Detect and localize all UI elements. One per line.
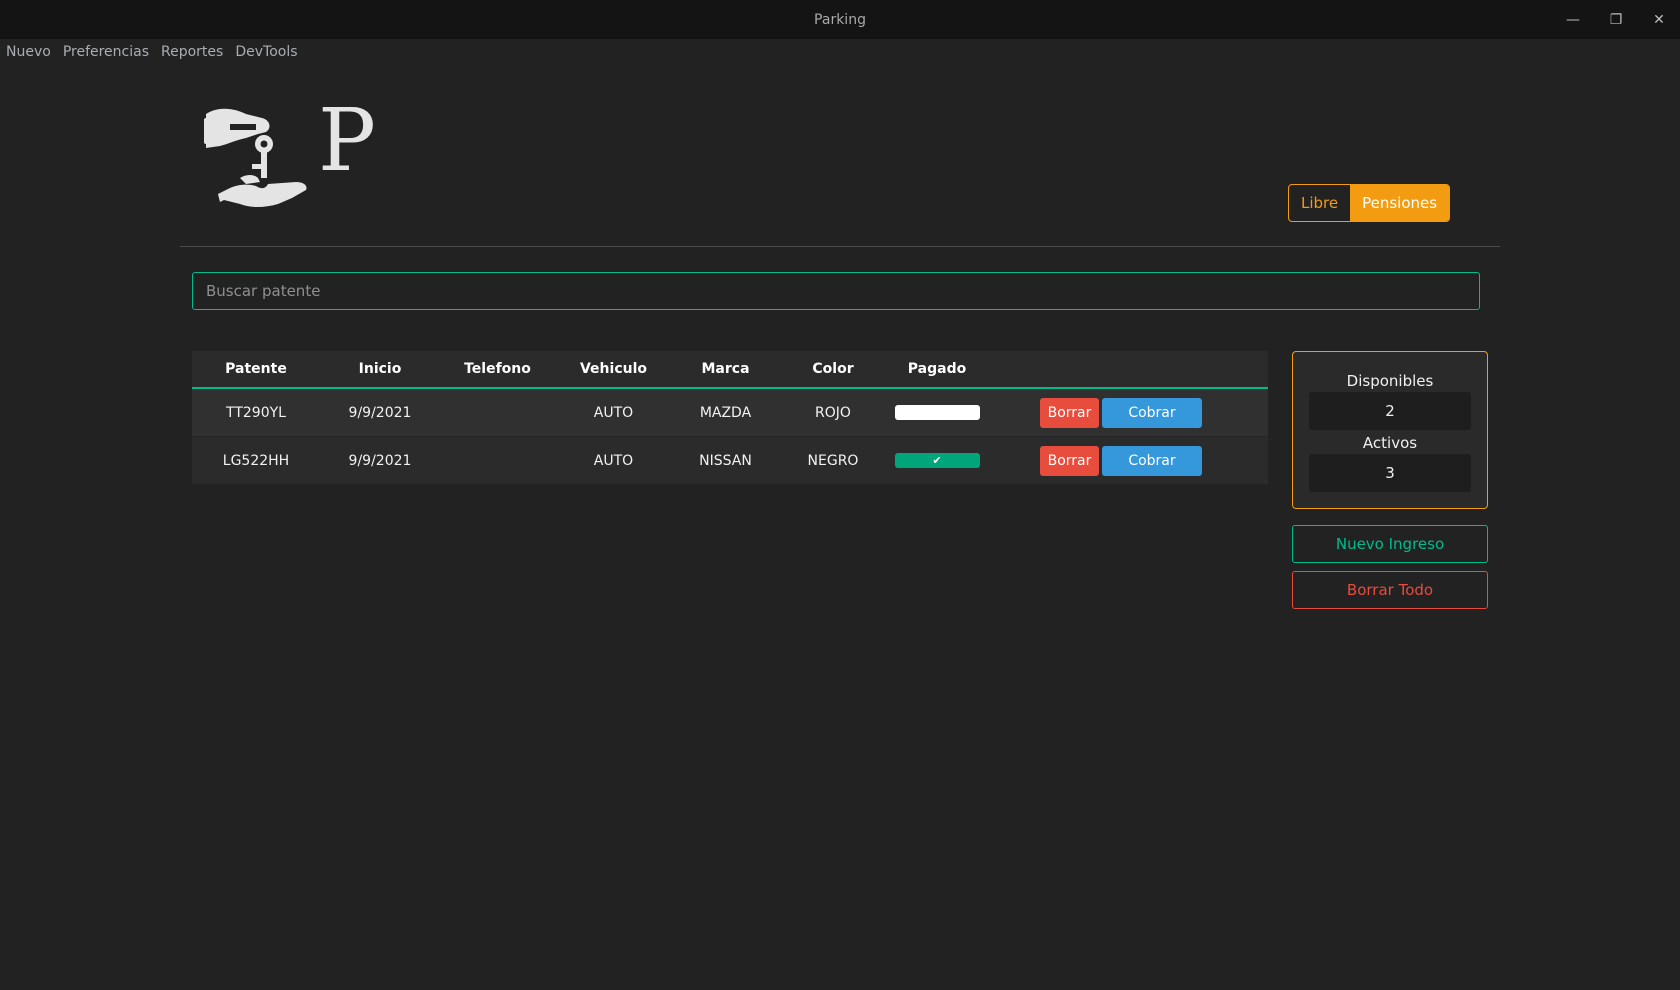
paid-check-icon: ✔ bbox=[894, 453, 980, 468]
table-header: Patente Inicio Telefono Vehiculo Marca C… bbox=[192, 351, 1268, 389]
menu-nuevo[interactable]: Nuevo bbox=[6, 44, 51, 60]
header-color: Color bbox=[812, 361, 854, 377]
nuevo-ingreso-button[interactable]: Nuevo Ingreso bbox=[1292, 525, 1488, 563]
cell-inicio: 9/9/2021 bbox=[348, 404, 412, 421]
cell-actions: Borrar Cobrar bbox=[987, 397, 1268, 428]
minimize-icon: — bbox=[1566, 11, 1580, 28]
table-row: TT290YL 9/9/2021 AUTO MAZDA ROJO Borrar … bbox=[192, 389, 1268, 437]
cobrar-button[interactable]: Cobrar bbox=[1102, 397, 1202, 428]
search-input[interactable] bbox=[192, 272, 1480, 310]
cobrar-button[interactable]: Cobrar bbox=[1102, 445, 1202, 476]
unpaid-indicator bbox=[894, 405, 980, 420]
menu-reportes[interactable]: Reportes bbox=[161, 44, 223, 60]
disponibles-value: 2 bbox=[1309, 392, 1471, 430]
logo-letter: P bbox=[318, 91, 376, 191]
stats-panel: Disponibles 2 Activos 3 bbox=[1292, 351, 1488, 509]
header-telefono: Telefono bbox=[464, 361, 531, 377]
cell-marca: MAZDA bbox=[699, 404, 752, 421]
header-vehiculo: Vehiculo bbox=[579, 361, 647, 377]
cell-patente: LG522HH bbox=[222, 452, 290, 469]
borrar-button[interactable]: Borrar bbox=[1040, 445, 1099, 476]
cell-marca: NISSAN bbox=[699, 452, 752, 469]
header-patente: Patente bbox=[225, 361, 287, 377]
cell-actions: Borrar Cobrar bbox=[987, 445, 1268, 476]
menu-preferencias[interactable]: Preferencias bbox=[63, 44, 149, 60]
disponibles-label: Disponibles bbox=[1346, 372, 1434, 390]
restore-icon: ❐ bbox=[1609, 11, 1623, 28]
menu-bar: Nuevo Preferencias Reportes DevTools bbox=[0, 39, 1680, 65]
close-button[interactable]: ✕ bbox=[1638, 0, 1680, 39]
close-icon: ✕ bbox=[1653, 11, 1665, 28]
cell-inicio: 9/9/2021 bbox=[348, 452, 412, 469]
borrar-button[interactable]: Borrar bbox=[1040, 397, 1099, 428]
cell-color: ROJO bbox=[815, 404, 851, 421]
mode-libre-button[interactable]: Libre bbox=[1289, 185, 1350, 221]
table-row: LG522HH 9/9/2021 AUTO NISSAN NEGRO ✔ Bor… bbox=[192, 437, 1268, 485]
borrar-todo-button[interactable]: Borrar Todo bbox=[1292, 571, 1488, 609]
minimize-button[interactable]: — bbox=[1552, 0, 1594, 39]
cell-vehiculo: AUTO bbox=[593, 452, 634, 469]
menu-devtools[interactable]: DevTools bbox=[235, 44, 297, 60]
activos-label: Activos bbox=[1362, 434, 1418, 452]
vehicles-table: Patente Inicio Telefono Vehiculo Marca C… bbox=[192, 351, 1268, 485]
title-bar: Parking — ❐ ✕ bbox=[0, 0, 1680, 39]
mode-pensiones-button[interactable]: Pensiones bbox=[1350, 185, 1450, 221]
header-inicio: Inicio bbox=[358, 361, 402, 377]
window-title: Parking bbox=[814, 11, 866, 28]
hand-key-icon bbox=[204, 108, 307, 207]
activos-value: 3 bbox=[1309, 454, 1471, 492]
app-logo: P bbox=[200, 98, 380, 214]
header-marca: Marca bbox=[701, 361, 750, 377]
cell-color: NEGRO bbox=[807, 452, 859, 469]
cell-patente: TT290YL bbox=[226, 404, 286, 421]
cell-pagado: ✔ bbox=[887, 453, 987, 469]
header-pagado: Pagado bbox=[907, 361, 967, 377]
cell-pagado bbox=[887, 405, 987, 421]
cell-vehiculo: AUTO bbox=[593, 404, 634, 421]
restore-button[interactable]: ❐ bbox=[1595, 0, 1637, 39]
header-divider bbox=[180, 246, 1500, 247]
mode-toggle: Libre Pensiones bbox=[1288, 184, 1451, 222]
